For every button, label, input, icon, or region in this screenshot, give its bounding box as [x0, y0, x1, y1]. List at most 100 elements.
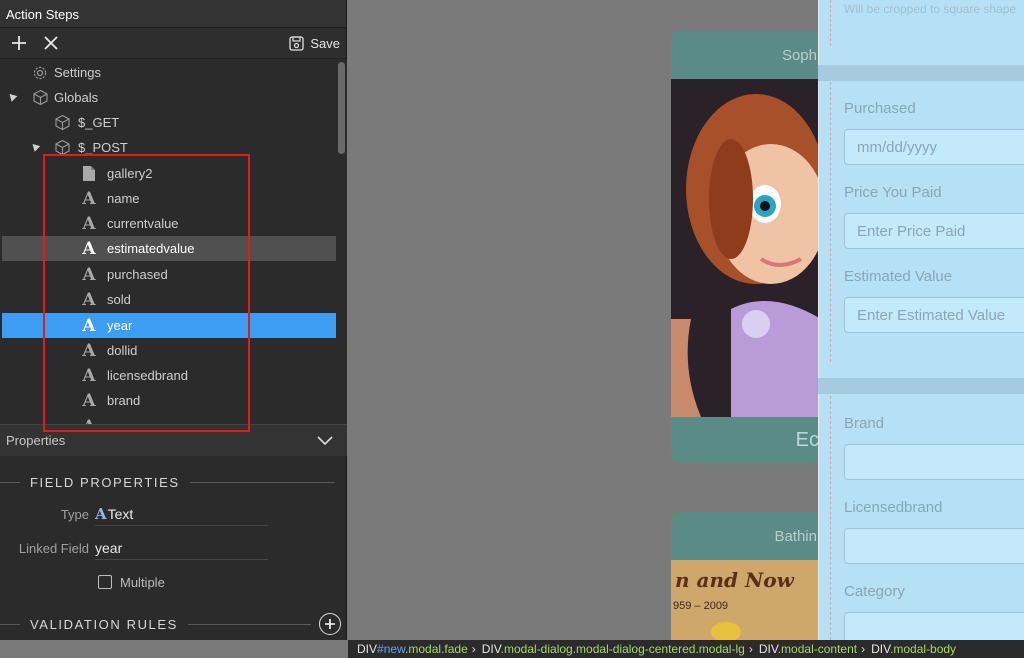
text-type-icon: A [82, 289, 96, 310]
linked-field-input[interactable]: year [95, 536, 268, 560]
text-type-icon: A [82, 365, 96, 386]
image-caption: n and Now [675, 568, 794, 592]
text-type-icon: A [95, 504, 107, 523]
tree-scrollbar[interactable] [337, 60, 346, 424]
image-hint: Will be cropped to square shape [844, 2, 1017, 16]
plus-icon [325, 619, 335, 629]
tree-item-dollid[interactable]: A dollid [2, 338, 336, 363]
text-type-icon: A [82, 188, 96, 209]
card-footer: Ec [795, 428, 819, 451]
purchased-label: Purchased [844, 100, 916, 117]
chevron-right-icon: › [471, 642, 476, 656]
text-type-icon: A [82, 315, 96, 336]
doll-image [671, 79, 821, 417]
cube-icon [53, 114, 71, 132]
save-label: Save [310, 35, 340, 51]
scrollbar-thumb[interactable] [338, 62, 345, 154]
tree-item-currentvalue[interactable]: A currentvalue [2, 211, 336, 236]
add-validation-rule-button[interactable] [319, 613, 341, 635]
multiple-label: Multiple [120, 574, 165, 590]
price-paid-input[interactable]: Enter Price Paid [844, 213, 1024, 249]
data-bindings-tree: Settings Globals $_GET $_POST gallery2 A… [0, 60, 347, 424]
tree-item-partial[interactable]: A [2, 414, 336, 425]
properties-title: Properties [6, 433, 66, 448]
price-paid-label: Price You Paid [844, 184, 942, 201]
tree-item-label: dollid [107, 343, 138, 358]
type-value: A Text [95, 502, 268, 526]
text-type-icon: A [82, 238, 96, 259]
close-icon [44, 36, 58, 50]
chevron-right-icon: › [861, 642, 866, 656]
card-title: Soph [781, 46, 817, 64]
expand-caret-icon[interactable] [29, 141, 41, 152]
tree-item-estimatedvalue[interactable]: A estimatedvalue [2, 236, 336, 261]
brand-input[interactable] [844, 444, 1024, 480]
action-steps-panel: Action Steps Save Settings Globals $_GET… [0, 0, 347, 640]
tree-item-settings[interactable]: Settings [2, 60, 336, 85]
tree-item-label: $_GET [78, 115, 120, 130]
tree-item-get[interactable]: $_GET [2, 110, 336, 135]
doll-card-1[interactable]: Soph Ec [671, 31, 821, 463]
doll-illustration [671, 79, 821, 417]
category-select[interactable] [844, 612, 1024, 640]
type-row: Type A Text [0, 502, 347, 526]
purchased-date-input[interactable]: mm/dd/yyyy [844, 129, 1024, 165]
field-properties-section: FIELD PROPERTIES [0, 472, 347, 492]
add-step-button[interactable] [6, 30, 32, 56]
tree-item-label: Globals [54, 90, 99, 105]
validation-rules-section: VALIDATION RULES [0, 613, 347, 635]
modal-divider [818, 378, 1024, 394]
breadcrumb-item[interactable]: DIV.modal-body [871, 642, 956, 656]
tree-item-label: name [107, 191, 140, 206]
dom-breadcrumb: DIV#new.modal.fade › DIV.modal-dialog.mod… [348, 640, 1024, 658]
breadcrumb-item[interactable]: DIV.modal-content › [759, 642, 865, 656]
doll-card-2[interactable]: Bathin n and Now 959 – 2009 [671, 512, 821, 658]
expand-caret-icon[interactable] [6, 91, 18, 102]
estimated-value-label: Estimated Value [844, 268, 953, 285]
tree-item-label: brand [107, 393, 141, 408]
tree-item-licensedbrand[interactable]: A licensedbrand [2, 363, 336, 388]
linked-field-label: Linked Field [18, 540, 89, 556]
chevron-right-icon: › [748, 642, 753, 656]
tree-item-globals[interactable]: Globals [2, 85, 336, 110]
tree-item-post[interactable]: $_POST [2, 135, 336, 160]
tree-item-purchased[interactable]: A purchased [2, 262, 336, 287]
tree-item-label: currentvalue [107, 216, 179, 231]
tree-item-label: Settings [54, 65, 101, 80]
multiple-checkbox[interactable] [98, 575, 112, 589]
breadcrumb-item[interactable]: DIV.modal-dialog.modal-dialog-centered.m… [482, 642, 753, 656]
category-label: Category [844, 583, 905, 600]
tree-item-year[interactable]: A year [2, 313, 336, 338]
save-icon [289, 35, 305, 51]
type-value-text: Text [107, 505, 134, 522]
breadcrumb-item[interactable]: DIV#new.modal.fade › [357, 642, 476, 656]
section-title-text: VALIDATION RULES [30, 616, 178, 632]
tree-item-label: sold [107, 292, 131, 307]
text-type-icon: A [82, 390, 96, 411]
file-icon [80, 165, 98, 183]
dashed-guide [830, 396, 831, 640]
estimated-value-input[interactable]: Enter Estimated Value [844, 297, 1024, 333]
linked-field-row: Linked Field year [0, 536, 347, 560]
remove-step-button[interactable] [38, 30, 64, 56]
save-button[interactable]: Save [289, 36, 340, 51]
gear-icon [31, 64, 49, 82]
tree-item-label: licensedbrand [107, 368, 188, 383]
properties-header[interactable]: Properties [0, 424, 347, 456]
licensedbrand-label: Licensedbrand [844, 499, 943, 516]
type-label: Type [60, 506, 89, 522]
text-type-icon: A [82, 264, 96, 285]
tree-item-label: purchased [107, 267, 168, 282]
tree-item-gallery2[interactable]: gallery2 [2, 161, 336, 186]
plus-icon [12, 36, 26, 50]
chevron-down-icon[interactable] [317, 435, 333, 446]
text-type-icon: A [82, 340, 96, 361]
tree-item-name[interactable]: A name [2, 186, 336, 211]
tree-item-brand[interactable]: A brand [2, 388, 336, 413]
multiple-row: Multiple [0, 570, 347, 594]
card-title: Bathin [774, 527, 817, 545]
licensedbrand-input[interactable] [844, 528, 1024, 564]
tree-item-sold[interactable]: A sold [2, 287, 336, 312]
tree-item-label: gallery2 [107, 166, 153, 181]
tree-item-label: estimatedvalue [107, 241, 195, 256]
